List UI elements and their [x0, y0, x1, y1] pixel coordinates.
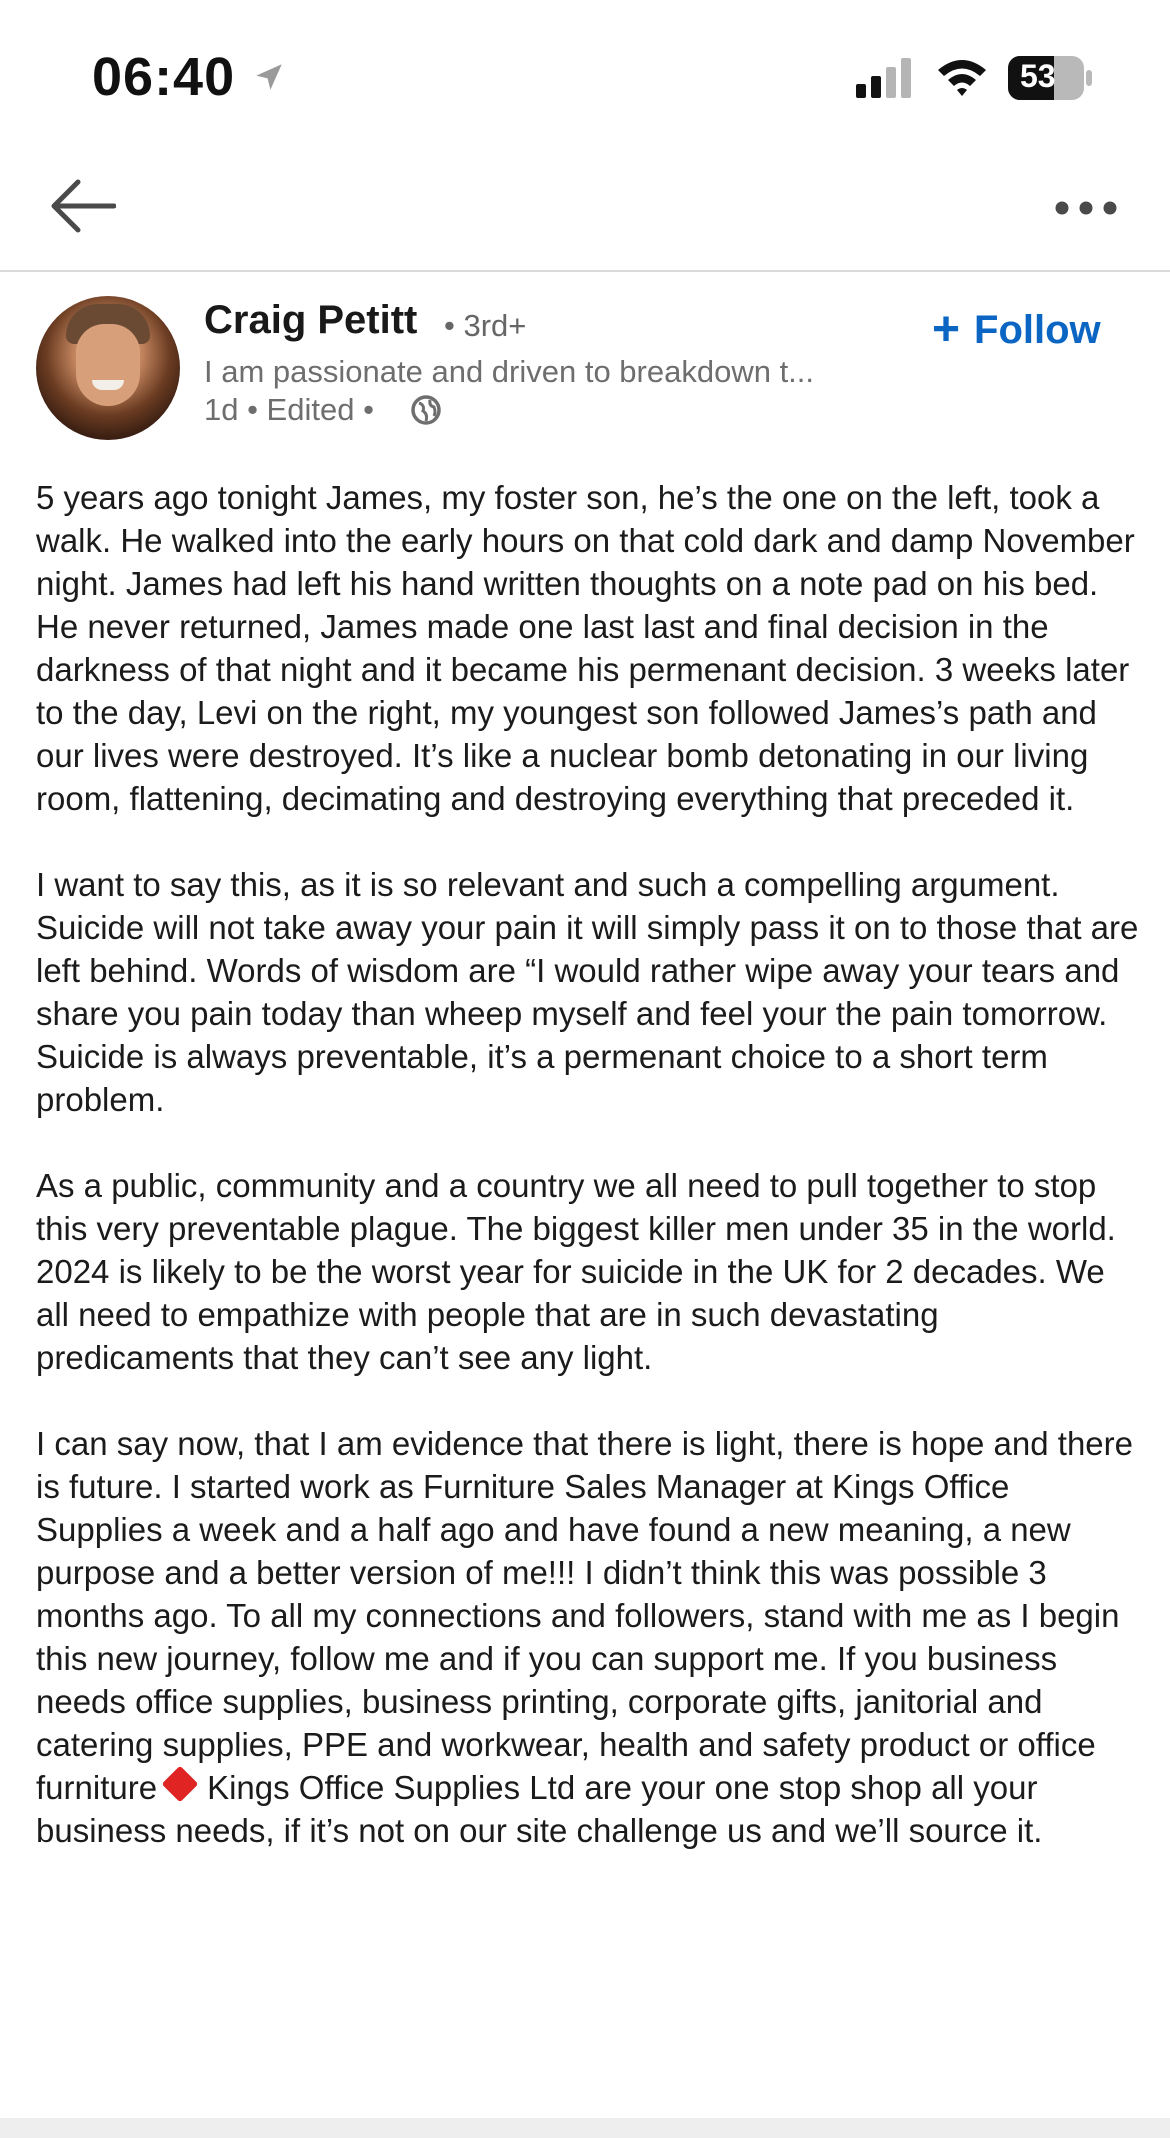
author-avatar[interactable]: [36, 296, 180, 440]
author-headline: I am passionate and driven to breakdown …: [204, 354, 815, 389]
author-name[interactable]: Craig Petitt: [204, 298, 417, 343]
follow-button[interactable]: + Follow: [932, 302, 1101, 358]
post-paragraph: I want to say this, as it is so relevant…: [36, 866, 1139, 1118]
more-options-icon[interactable]: [1054, 198, 1118, 218]
battery-level: 53: [1020, 58, 1056, 94]
globe-icon: [411, 395, 441, 425]
status-time: 06:40: [92, 47, 236, 107]
cellular-signal-icon: [856, 58, 911, 98]
post-text: 5 years ago tonight James, my foster son…: [36, 476, 1144, 1895]
connection-degree: • 3rd+: [444, 308, 527, 343]
post-header-bar: [0, 150, 1170, 272]
back-arrow-icon[interactable]: [50, 176, 116, 236]
post-paragraph: As a public, community and a country we …: [36, 1167, 1116, 1376]
post-paragraph: I can say now, that I am evidence that t…: [36, 1422, 1144, 1852]
post-text-segment: I can say now, that I am evidence that t…: [36, 1425, 1133, 1806]
red-diamond-icon: [161, 1765, 199, 1803]
status-bar: 06:40 53: [0, 0, 1170, 150]
wifi-icon: [938, 60, 986, 96]
post-author: Craig Petitt • 3rd+ I am passionate and …: [0, 296, 1170, 446]
bottom-divider: [0, 2118, 1170, 2138]
post-paragraph: 5 years ago tonight James, my foster son…: [36, 479, 1135, 817]
plus-icon: +: [932, 303, 961, 356]
follow-label: Follow: [974, 307, 1101, 352]
location-arrow-icon: [256, 64, 282, 90]
post-meta: 1d • Edited •: [204, 392, 374, 427]
